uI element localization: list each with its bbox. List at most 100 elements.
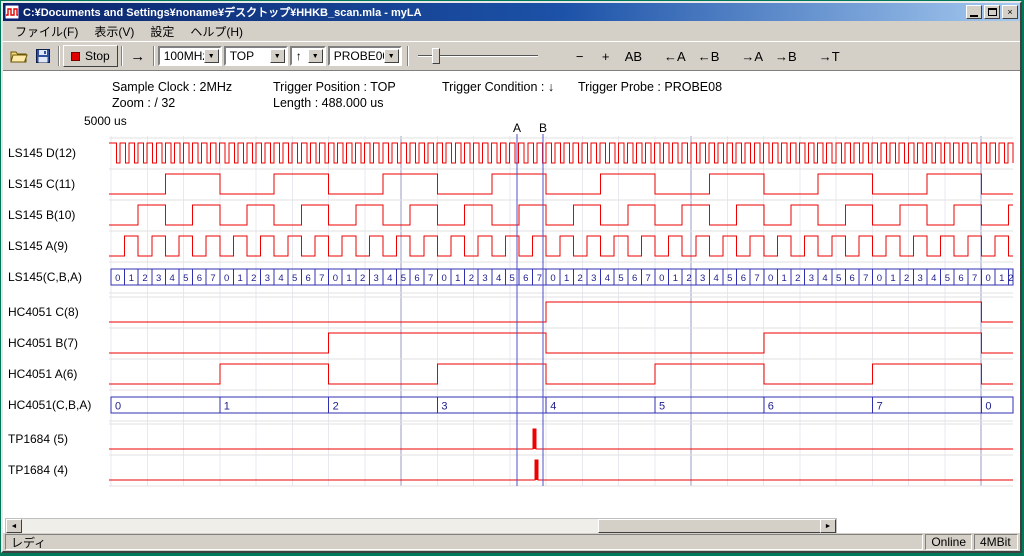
jump-left-to-b-button[interactable]: ←B [693, 45, 725, 67]
svg-text:4: 4 [550, 401, 556, 413]
svg-text:4: 4 [387, 273, 392, 284]
svg-text:2: 2 [686, 273, 691, 284]
svg-text:1: 1 [238, 273, 243, 284]
svg-text:4: 4 [931, 273, 936, 284]
svg-text:3: 3 [809, 273, 814, 284]
svg-text:2: 2 [142, 273, 147, 284]
svg-text:3: 3 [265, 273, 270, 284]
chevron-down-icon[interactable]: ▼ [308, 49, 323, 63]
scroll-left-button[interactable]: ◄ [6, 519, 22, 533]
app-window: C:¥Documents and Settings¥noname¥デスクトップ¥… [1, 1, 1022, 553]
stop-label: Stop [85, 49, 110, 63]
svg-text:7: 7 [319, 273, 324, 284]
svg-text:2: 2 [578, 273, 583, 284]
svg-text:5: 5 [945, 273, 950, 284]
sample-clock-select[interactable]: 100MHz ▼ [158, 46, 222, 66]
open-button[interactable] [7, 45, 31, 67]
svg-text:3: 3 [374, 273, 379, 284]
status-online-badge: Online [925, 534, 972, 550]
svg-text:2: 2 [1008, 273, 1013, 284]
svg-text:4: 4 [278, 273, 283, 284]
svg-text:7: 7 [863, 273, 868, 284]
open-folder-icon [10, 49, 28, 63]
svg-text:6: 6 [632, 273, 637, 284]
jump-to-trigger-button[interactable]: →T [814, 45, 845, 67]
titlebar[interactable]: C:¥Documents and Settings¥noname¥デスクトップ¥… [3, 3, 1020, 21]
svg-text:6: 6 [306, 273, 311, 284]
svg-text:1: 1 [455, 273, 460, 284]
svg-text:3: 3 [156, 273, 161, 284]
stop-button[interactable]: Stop [63, 45, 118, 67]
svg-text:5: 5 [659, 401, 665, 413]
minimize-button[interactable] [966, 5, 982, 19]
toolbar: Stop → 100MHz ▼ TOP ▼ ↑ ▼ PROBE00 ▼ −+AB… [3, 41, 1020, 70]
svg-text:7: 7 [754, 273, 759, 284]
svg-text:6: 6 [768, 401, 774, 413]
svg-text:1: 1 [564, 273, 569, 284]
waveform-client-area: Sample Clock : 2MHz Trigger Position : T… [3, 70, 1020, 533]
zoom-in-button[interactable]: + [594, 45, 618, 67]
jump-left-to-a-button[interactable]: ←A [659, 45, 691, 67]
svg-text:2: 2 [360, 273, 365, 284]
chevron-down-icon[interactable]: ▼ [384, 49, 399, 63]
svg-text:4: 4 [170, 273, 175, 284]
svg-text:4: 4 [605, 273, 610, 284]
toolbar-separator [153, 46, 155, 66]
svg-text:0: 0 [877, 273, 882, 284]
waveform-area[interactable]: 0123456701234567012345670123456701234567… [3, 71, 1017, 518]
svg-text:2: 2 [795, 273, 800, 284]
trigger-edge-select[interactable]: ↑ ▼ [290, 46, 326, 66]
svg-text:6: 6 [850, 273, 855, 284]
trigger-probe-select[interactable]: PROBE00 ▼ [328, 46, 402, 66]
svg-text:1: 1 [346, 273, 351, 284]
jump-right-to-a-button[interactable]: →A [736, 45, 768, 67]
window-title: C:¥Documents and Settings¥noname¥デスクトップ¥… [23, 4, 964, 20]
run-button[interactable]: → [126, 45, 150, 67]
svg-text:3: 3 [700, 273, 705, 284]
svg-text:3: 3 [591, 273, 596, 284]
svg-text:5: 5 [618, 273, 623, 284]
trigger-position-select[interactable]: TOP ▼ [224, 46, 288, 66]
svg-text:4: 4 [714, 273, 719, 284]
svg-text:3: 3 [441, 401, 447, 413]
svg-text:6: 6 [958, 273, 963, 284]
cursor-nav-buttons: −+AB ←A←B →A→B →T [568, 45, 845, 67]
svg-text:7: 7 [646, 273, 651, 284]
svg-text:4: 4 [822, 273, 827, 284]
menu-item-view[interactable]: 表示(V) [86, 21, 142, 42]
svg-text:1: 1 [673, 273, 678, 284]
svg-text:0: 0 [442, 273, 447, 284]
svg-text:2: 2 [904, 273, 909, 284]
svg-text:5: 5 [836, 273, 841, 284]
toolbar-separator [407, 46, 409, 66]
toolbar-separator [58, 46, 60, 66]
menu-item-settings[interactable]: 設定 [142, 21, 182, 42]
svg-text:0: 0 [985, 401, 991, 413]
cursor-ab-button[interactable]: AB [620, 45, 647, 67]
close-icon: × [1007, 8, 1012, 17]
chevron-down-icon[interactable]: ▼ [204, 49, 219, 63]
svg-text:7: 7 [210, 273, 215, 284]
svg-text:3: 3 [482, 273, 487, 284]
horizontal-scrollbar[interactable]: ◄ ► [5, 518, 837, 533]
svg-text:4: 4 [496, 273, 501, 284]
zoom-out-button[interactable]: − [568, 45, 592, 67]
close-button[interactable]: × [1002, 5, 1018, 19]
svg-text:0: 0 [115, 401, 121, 413]
floppy-disk-icon [36, 49, 50, 63]
svg-text:1: 1 [890, 273, 895, 284]
scroll-right-button[interactable]: ► [820, 519, 836, 533]
jump-right-to-b-button[interactable]: →B [770, 45, 802, 67]
scroll-thumb[interactable] [598, 519, 830, 533]
slider-thumb[interactable] [432, 48, 440, 64]
svg-text:5: 5 [183, 273, 188, 284]
menu-item-file[interactable]: ファイル(F) [7, 21, 86, 42]
status-memory-badge: 4MBit [974, 534, 1018, 550]
svg-text:0: 0 [768, 273, 773, 284]
chevron-down-icon[interactable]: ▼ [270, 49, 285, 63]
save-button[interactable] [31, 45, 55, 67]
menu-item-help[interactable]: ヘルプ(H) [182, 21, 251, 42]
maximize-button[interactable] [984, 5, 1000, 19]
svg-text:6: 6 [523, 273, 528, 284]
zoom-slider[interactable] [418, 46, 538, 66]
